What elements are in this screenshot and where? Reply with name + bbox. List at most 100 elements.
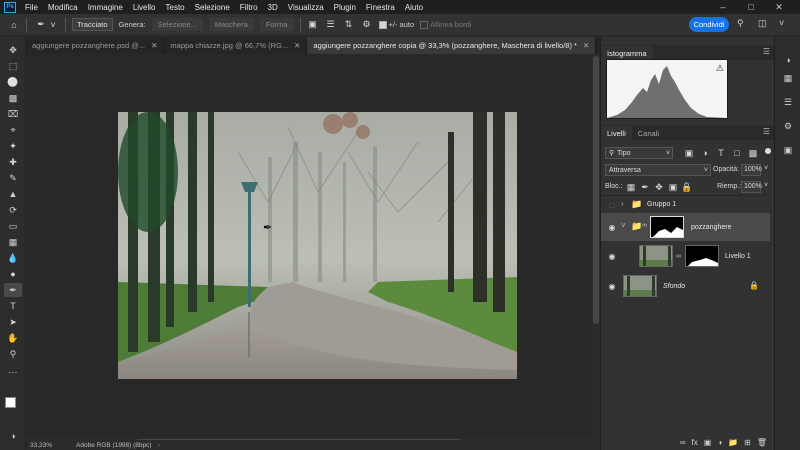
layer-name[interactable]: Livello 1 bbox=[725, 253, 751, 260]
move-tool-icon[interactable]: ✥ bbox=[4, 43, 22, 57]
menu-plugin[interactable]: Plugin bbox=[329, 3, 361, 12]
chevron-down-icon[interactable]: ˅ bbox=[779, 18, 784, 28]
path-alignment-icon[interactable]: ☰ bbox=[325, 19, 337, 31]
chevron-down-icon[interactable]: ˅ bbox=[47, 19, 59, 31]
lock-transparent-icon[interactable]: ▦ bbox=[625, 181, 637, 193]
warning-icon[interactable]: ⚠ bbox=[716, 63, 724, 74]
visibility-toggle-icon[interactable]: □ bbox=[606, 200, 618, 210]
layer-row-pozzanghere[interactable]: ◉ ˅ 📁 ∞ pozzanghere bbox=[601, 213, 770, 241]
libraries-panel-icon[interactable]: ▣ bbox=[781, 143, 795, 157]
new-layer-icon[interactable]: ⊞ bbox=[744, 438, 751, 447]
selection-button[interactable]: Selezione... bbox=[151, 18, 203, 31]
fx-icon[interactable]: fx bbox=[692, 438, 698, 447]
menu-livello[interactable]: Livello bbox=[128, 3, 161, 12]
search-icon[interactable]: ⚲ bbox=[737, 18, 744, 29]
minimize-icon[interactable]: – bbox=[712, 0, 734, 14]
clone-stamp-tool-icon[interactable]: ▲ bbox=[4, 187, 22, 201]
close-icon[interactable]: ✕ bbox=[294, 41, 300, 50]
scroll-thumb[interactable] bbox=[593, 56, 599, 324]
chevron-down-icon[interactable]: ˅ bbox=[764, 165, 768, 172]
menu-visualizza[interactable]: Visualizza bbox=[283, 3, 329, 12]
layer-filter-select[interactable]: ⚲ Tipo ˅ bbox=[605, 147, 673, 159]
frame-tool-icon[interactable]: ⌧ bbox=[4, 107, 22, 121]
tab-histogram[interactable]: Istogramma bbox=[601, 46, 653, 60]
chevron-right-icon[interactable]: › bbox=[621, 199, 624, 208]
layer-name[interactable]: Sfondo bbox=[663, 283, 685, 290]
marquee-tool-icon[interactable]: ⬚ bbox=[4, 59, 22, 73]
eye-icon[interactable]: ◉ bbox=[606, 251, 618, 261]
properties-panel-icon[interactable]: ☰ bbox=[781, 95, 795, 109]
hand-tool-icon[interactable]: ✋ bbox=[4, 331, 22, 345]
menu-immagine[interactable]: Immagine bbox=[83, 3, 128, 12]
path-operations-icon[interactable]: ▣ bbox=[307, 19, 319, 31]
quick-mask-icon[interactable]: ◑ bbox=[4, 429, 22, 443]
lock-artboard-icon[interactable]: ▣ bbox=[667, 181, 679, 193]
eye-icon[interactable]: ◉ bbox=[606, 281, 618, 291]
menu-file[interactable]: File bbox=[20, 3, 43, 12]
path-selection-tool-icon[interactable]: ➤ bbox=[4, 315, 22, 329]
gradient-tool-icon[interactable]: ▦ bbox=[4, 235, 22, 249]
object-selection-tool-icon[interactable]: ▩ bbox=[4, 91, 22, 105]
add-mask-icon[interactable]: ▣ bbox=[704, 438, 712, 447]
foreground-color-swatch[interactable] bbox=[5, 397, 16, 408]
crop-tool-icon[interactable]: ⌖ bbox=[4, 123, 22, 137]
more-tools-icon[interactable]: ⋯ bbox=[4, 365, 22, 379]
close-icon[interactable]: ✕ bbox=[768, 0, 790, 14]
link-icon[interactable]: ∞ bbox=[642, 222, 647, 229]
brush-tool-icon[interactable]: ✎ bbox=[4, 171, 22, 185]
blur-tool-icon[interactable]: 💧 bbox=[4, 251, 22, 265]
lock-all-icon[interactable]: 🔒 bbox=[681, 181, 693, 193]
canvas-area[interactable]: ✒ bbox=[26, 54, 592, 438]
healing-brush-tool-icon[interactable]: ✚ bbox=[4, 155, 22, 169]
layer-row-group-1[interactable]: □ › 📁 Gruppo 1 bbox=[601, 197, 770, 213]
layer-mask-thumbnail[interactable] bbox=[685, 245, 719, 267]
gear-icon[interactable]: ⚙ bbox=[361, 19, 373, 31]
layer-mask-thumbnail[interactable] bbox=[650, 216, 684, 238]
lock-image-icon[interactable]: ✒ bbox=[639, 181, 651, 193]
chevron-right-icon[interactable]: › bbox=[158, 442, 160, 449]
new-group-icon[interactable]: 📁 bbox=[728, 438, 738, 447]
type-filter-icon[interactable]: T bbox=[715, 147, 727, 159]
chevron-down-icon[interactable]: ˅ bbox=[764, 182, 768, 189]
layer-name[interactable]: Gruppo 1 bbox=[647, 201, 676, 208]
maximize-icon[interactable]: □ bbox=[740, 0, 762, 14]
lock-icon[interactable]: 🔒 bbox=[749, 281, 759, 290]
close-icon[interactable]: ✕ bbox=[583, 41, 589, 50]
layer-row-sfondo[interactable]: ◉ Sfondo 🔒 bbox=[601, 272, 770, 300]
pen-tool-icon[interactable]: ✒ bbox=[4, 283, 22, 297]
tab-document-3[interactable]: aggiungere pozzanghere copia @ 33,3% (po… bbox=[307, 37, 597, 54]
lock-position-icon[interactable]: ✥ bbox=[653, 181, 665, 193]
swatches-panel-icon[interactable]: ▦ bbox=[781, 71, 795, 85]
tab-document-1[interactable]: aggiungere pozzanghere.psd @... ✕ bbox=[26, 37, 165, 54]
path-arrangement-icon[interactable]: ⇅ bbox=[343, 19, 355, 31]
layer-row-livello-1[interactable]: ◉ ∞ Livello 1 bbox=[601, 242, 770, 270]
type-tool-icon[interactable]: T bbox=[4, 299, 22, 313]
eye-icon[interactable]: ◉ bbox=[606, 222, 618, 232]
mask-button[interactable]: Maschera bbox=[208, 18, 254, 31]
menu-filtro[interactable]: Filtro bbox=[235, 3, 263, 12]
tab-layers[interactable]: Livelli bbox=[601, 126, 632, 140]
tab-channels[interactable]: Canali bbox=[632, 126, 665, 140]
link-icon[interactable]: ∞ bbox=[676, 253, 681, 260]
opacity-input[interactable]: 100% bbox=[741, 164, 762, 176]
shape-button[interactable]: Forma bbox=[259, 18, 294, 31]
shape-filter-icon[interactable]: □ bbox=[731, 147, 743, 159]
panel-menu-icon[interactable]: ☰ bbox=[763, 127, 770, 136]
home-icon[interactable]: ⌂ bbox=[8, 19, 20, 31]
lasso-tool-icon[interactable]: ⚪ bbox=[4, 75, 22, 89]
adjustment-filter-icon[interactable]: ◑ bbox=[699, 147, 711, 159]
dodge-tool-icon[interactable]: ● bbox=[4, 267, 22, 281]
eraser-tool-icon[interactable]: ▭ bbox=[4, 219, 22, 233]
layer-name[interactable]: pozzanghere bbox=[691, 224, 731, 231]
document-image[interactable] bbox=[118, 112, 517, 379]
adjustment-layer-icon[interactable]: ◑ bbox=[717, 438, 722, 447]
menu-selezione[interactable]: Selezione bbox=[190, 3, 235, 12]
eyedropper-tool-icon[interactable]: ✦ bbox=[4, 139, 22, 153]
history-brush-tool-icon[interactable]: ⟳ bbox=[4, 203, 22, 217]
align-edges-checkbox[interactable] bbox=[420, 20, 429, 29]
layer-thumbnail[interactable] bbox=[623, 275, 657, 297]
share-button[interactable]: Condividi bbox=[689, 17, 729, 32]
menu-aiuto[interactable]: Aiuto bbox=[400, 3, 428, 12]
layer-thumbnail[interactable] bbox=[639, 245, 673, 267]
trash-icon[interactable]: 🗑 bbox=[757, 438, 767, 447]
